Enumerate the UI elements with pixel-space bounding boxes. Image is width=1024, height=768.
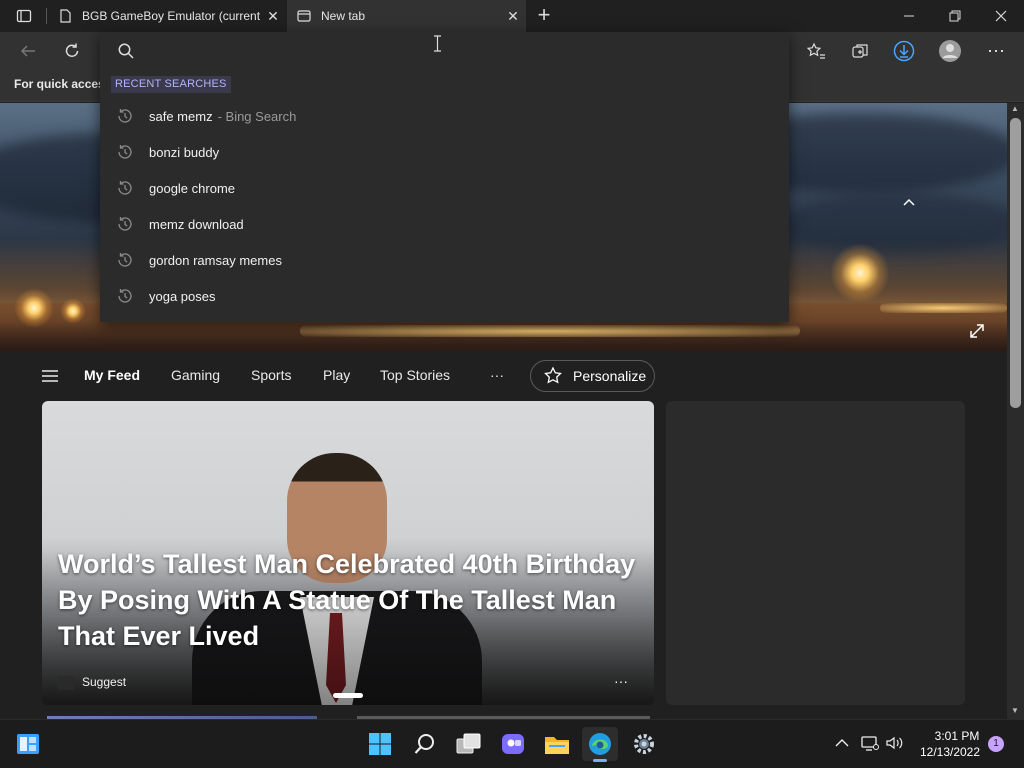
close-icon (995, 10, 1007, 22)
file-explorer-icon[interactable] (539, 727, 575, 761)
download-icon (893, 40, 915, 62)
scrollbar-thumb[interactable] (1010, 118, 1021, 408)
back-arrow-icon (20, 45, 35, 57)
personalize-button[interactable]: Personalize (530, 360, 655, 392)
collapse-chevron-icon[interactable] (900, 193, 918, 211)
tab-title: New tab (321, 9, 366, 23)
edge-browser-icon[interactable] (582, 727, 618, 761)
news-card-side[interactable] (666, 401, 965, 705)
tab-actions-icon[interactable] (16, 8, 32, 24)
task-view-icon[interactable] (451, 727, 487, 761)
card-headline[interactable]: World’s Tallest Man Celebrated 40th Birt… (58, 546, 648, 654)
chat-icon[interactable] (495, 727, 531, 761)
favorites-star-icon (806, 42, 825, 59)
hamburger-menu-icon[interactable] (41, 369, 59, 383)
tab-new-tab[interactable]: New tab ✕ (287, 0, 526, 32)
active-app-indicator (593, 759, 607, 762)
back-button[interactable] (14, 38, 42, 64)
card-more-button[interactable]: ··· (614, 673, 628, 689)
volume-icon[interactable] (886, 735, 904, 751)
nav-top-stories[interactable]: Top Stories (380, 367, 450, 383)
history-clock-icon (118, 253, 132, 267)
collections-button[interactable] (846, 38, 874, 64)
nav-gaming[interactable]: Gaming (171, 367, 220, 383)
collections-icon (852, 44, 868, 58)
search-suggestion-item[interactable]: yoga poses (100, 278, 789, 314)
favorites-button[interactable] (802, 38, 830, 64)
search-suggestion-item[interactable]: safe memz - Bing Search (100, 98, 789, 134)
new-tab-page-icon (297, 10, 311, 22)
widgets-icon[interactable] (10, 727, 46, 761)
settings-gear-icon[interactable] (626, 727, 662, 761)
history-clock-icon (118, 217, 132, 231)
search-suggestion-item[interactable]: bonzi buddy (100, 134, 789, 170)
source-logo (58, 676, 74, 690)
favorites-bar-text: For quick access (14, 77, 112, 91)
downloads-button[interactable] (890, 38, 918, 64)
personalize-star-icon (544, 366, 562, 384)
expand-image-icon[interactable] (968, 322, 986, 340)
search-icon (117, 42, 135, 60)
search-suggestion-item[interactable]: gordon ramsay memes (100, 242, 789, 278)
carousel-indicator[interactable] (333, 693, 363, 698)
suggestion-text: gordon ramsay memes (149, 252, 282, 268)
clock-time[interactable]: 3:01 PM (926, 729, 988, 743)
tab-title: BGB GameBoy Emulator (current (82, 9, 260, 23)
close-tab-icon[interactable]: ✕ (260, 8, 286, 25)
nav-sports[interactable]: Sports (251, 367, 291, 383)
network-icon[interactable] (861, 735, 879, 751)
history-clock-icon (118, 289, 132, 303)
history-clock-icon (118, 145, 132, 159)
suggestion-text: google chrome (149, 180, 235, 196)
close-tab-icon[interactable]: ✕ (500, 8, 526, 25)
nav-play[interactable]: Play (323, 367, 350, 383)
suggestion-text: safe memz (149, 108, 213, 124)
tab-divider (46, 8, 47, 24)
suggestion-text: memz download (149, 216, 244, 232)
card-source: Suggest (82, 675, 127, 689)
notification-badge[interactable]: 1 (988, 736, 1004, 752)
settings-more-button[interactable]: ⋯ (982, 38, 1010, 64)
scroll-down-arrow-icon[interactable]: ▼ (1011, 706, 1019, 715)
page-icon (60, 9, 71, 23)
start-windows-icon[interactable] (362, 727, 398, 761)
minimize-button[interactable] (886, 0, 932, 32)
search-suggestion-item[interactable]: google chrome (100, 170, 789, 206)
show-hidden-icons-chevron-icon[interactable] (834, 735, 850, 751)
suggestion-text: bonzi buddy (149, 144, 220, 160)
scroll-up-arrow-icon[interactable]: ▲ (1011, 104, 1019, 113)
clock-date[interactable]: 12/13/2022 (914, 745, 986, 759)
profile-button[interactable] (936, 38, 964, 64)
suggestion-source: - Bing Search (217, 108, 297, 124)
tab-bgb-emulator[interactable]: BGB GameBoy Emulator (current ✕ (48, 0, 286, 32)
history-clock-icon (118, 109, 132, 123)
taskbar-search-icon[interactable] (407, 727, 443, 761)
personalize-label: Personalize (573, 368, 647, 384)
nav-more-button[interactable]: ··· (490, 367, 504, 383)
address-search-input[interactable] (140, 40, 760, 62)
nav-my-feed[interactable]: My Feed (84, 367, 140, 383)
refresh-button[interactable] (58, 38, 86, 64)
close-window-button[interactable] (978, 0, 1024, 32)
history-clock-icon (118, 181, 132, 195)
minimize-icon (904, 15, 914, 17)
new-tab-button[interactable]: + (534, 4, 554, 26)
recent-searches-label: RECENT SEARCHES (111, 76, 231, 93)
text-cursor-icon (433, 35, 442, 52)
refresh-icon (65, 43, 79, 57)
search-suggestion-item[interactable]: memz download (100, 206, 789, 242)
restore-icon (949, 10, 961, 22)
avatar-icon (939, 40, 961, 62)
restore-button[interactable] (932, 0, 978, 32)
suggestion-text: yoga poses (149, 288, 216, 304)
